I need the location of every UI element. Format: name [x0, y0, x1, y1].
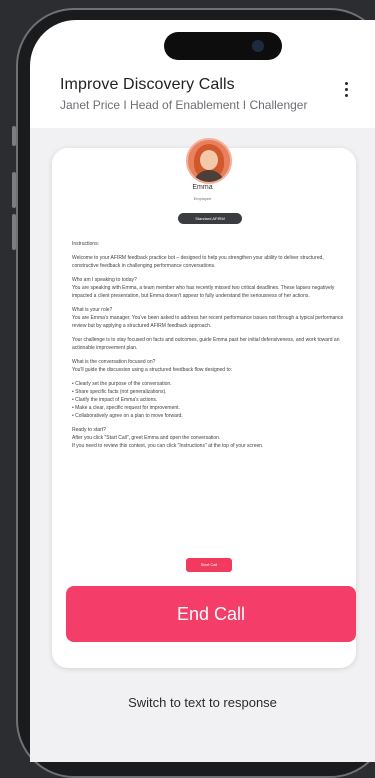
dynamic-island — [164, 32, 282, 60]
avatar — [186, 138, 232, 184]
switch-to-text-link[interactable]: Switch to text to response — [30, 695, 375, 710]
start-call-button[interactable]: Start Call — [186, 558, 232, 572]
instructions-bullets: Clearly set the purpose of the conversat… — [72, 380, 344, 420]
instructions-role: What is your role? You are Emma's manager… — [72, 307, 344, 329]
screen: Improve Discovery Calls Janet Price I He… — [30, 20, 375, 762]
status-badge: Standard AFIRM — [178, 213, 242, 224]
instructions-who: Who am I speaking to today? You are speak… — [72, 277, 335, 299]
camera-icon — [252, 40, 264, 52]
end-call-button[interactable]: End Call — [66, 586, 356, 642]
list-item: Clarify the impact of Emma's actions. — [72, 396, 344, 404]
list-item: Share specific facts (not generalization… — [72, 388, 344, 396]
list-item: Make a clear, specific request for impro… — [72, 404, 344, 412]
instructions-welcome: Welcome to your AFIRM feedback practice … — [72, 255, 324, 269]
page-subtitle: Janet Price I Head of Enablement I Chall… — [60, 98, 308, 112]
kebab-menu-icon[interactable] — [344, 82, 350, 102]
page-title: Improve Discovery Calls — [60, 76, 235, 93]
list-item: Clearly set the purpose of the conversat… — [72, 380, 344, 388]
side-button-action — [12, 126, 16, 146]
persona-role: Employee — [193, 196, 212, 201]
instructions-challenge: Your challenge is to stay focused on fac… — [72, 337, 340, 351]
instructions-focus: What is the conversation focused on? You'… — [72, 359, 233, 373]
list-item: Collaboratively agree on a plan to move … — [72, 412, 344, 420]
instructions-ready: Ready to start? After you click "Start Ca… — [72, 427, 264, 449]
instructions-text: Instructions: Welcome to your AFIRM feed… — [72, 240, 344, 456]
side-button-volume-up — [12, 172, 16, 208]
side-button-volume-down — [12, 214, 16, 250]
persona-name: Emma — [192, 184, 213, 191]
instructions-heading: Instructions: — [72, 241, 99, 247]
